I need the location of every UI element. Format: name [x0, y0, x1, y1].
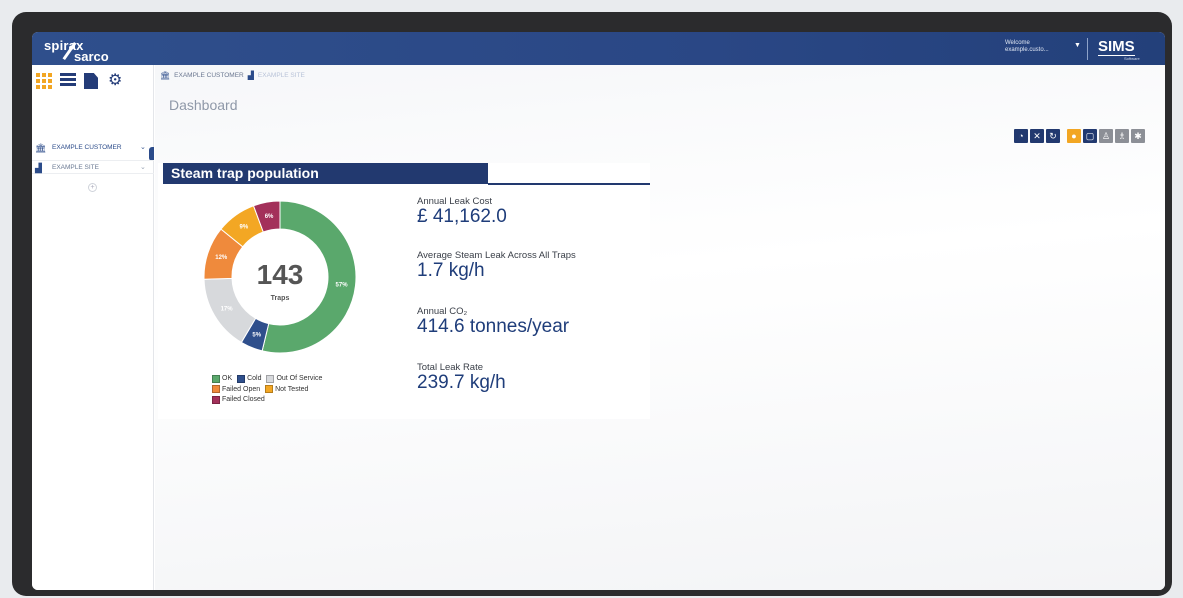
main-content: 🏛 EXAMPLE CUSTOMER ▟ EXAMPLE SITE Dashbo…: [155, 65, 1165, 590]
stat-annual-leak-cost: Annual Leak Cost £ 41,162.0: [417, 196, 657, 227]
page-title: Dashboard: [169, 97, 238, 113]
welcome-menu[interactable]: Welcome example.custo...: [1005, 40, 1049, 54]
chart-legend: OK Cold Out Of Service Failed Open Not T…: [212, 374, 362, 406]
panel-title-rule: [488, 183, 650, 185]
legend-swatch: [212, 385, 220, 393]
sidebar-item-customer[interactable]: 🏛 EXAMPLE CUSTOMER ⌄: [32, 141, 154, 155]
stat-average-steam-leak: Average Steam Leak Across All Traps 1.7 …: [417, 250, 657, 281]
legend-item[interactable]: OK: [212, 374, 232, 383]
building-icon: 🏛: [160, 71, 171, 80]
donut-slice-label: 12%: [215, 255, 228, 261]
legend-item[interactable]: Not Tested: [265, 385, 308, 394]
breadcrumb-customer[interactable]: EXAMPLE CUSTOMER: [174, 72, 244, 79]
caret-down-icon[interactable]: ▼: [1074, 42, 1081, 49]
total-traps-label: Traps: [270, 295, 290, 302]
action-toolbar: ● ▢ ♙ ♗ ✱: [1067, 129, 1145, 143]
total-traps-value: 143: [256, 259, 304, 290]
breadcrumb-site[interactable]: EXAMPLE SITE: [258, 72, 305, 79]
leak-icon[interactable]: ✱: [1131, 129, 1145, 143]
legend-item[interactable]: Failed Open: [212, 385, 260, 394]
marker-icon[interactable]: ●: [1067, 129, 1081, 143]
donut-slice-label: 17%: [221, 307, 234, 313]
view-toolbar: ◔ ✕ ↻: [1014, 129, 1060, 143]
legend-swatch: [265, 385, 274, 393]
legend-swatch: [237, 374, 246, 383]
legend-item[interactable]: Cold: [237, 374, 261, 383]
settings-icon[interactable]: ⚙: [108, 73, 126, 89]
stat-total-leak-rate: Total Leak Rate 239.7 kg/h: [417, 362, 657, 393]
donut-slice-label: 6%: [265, 214, 274, 220]
report-icon[interactable]: ▢: [1083, 129, 1097, 143]
sidebar-item-site[interactable]: ▟ EXAMPLE SITE ⌄: [32, 160, 154, 174]
app-screen: spirax sarco Welcome example.custo... ▼ …: [32, 32, 1165, 590]
steam-trap-population-panel: Steam trap population 57% 5% 17% 12% 9% 6% 14…: [158, 163, 650, 419]
sims-logo: SIMS: [1098, 38, 1135, 56]
trap-icon[interactable]: ♙: [1099, 129, 1113, 143]
stat-value: 414.6 tonnes/year: [417, 316, 570, 337]
panel-title: Steam trap population: [163, 163, 488, 184]
sims-logo-subtitle: Software: [1124, 56, 1140, 61]
stat-value: 1.7 kg/h: [417, 260, 485, 281]
stat-value: 239.7 kg/h: [417, 372, 506, 393]
donut-slice-label: 5%: [252, 332, 261, 338]
legend-item[interactable]: Failed Closed: [212, 395, 265, 404]
sidebar-item-label: EXAMPLE CUSTOMER: [52, 144, 122, 151]
add-icon[interactable]: +: [88, 183, 97, 192]
site-icon: ▟: [247, 71, 254, 80]
donut-slice-label: 57%: [336, 282, 349, 288]
trap-status-donut-chart: 57% 5% 17% 12% 9% 6% 143 Traps: [200, 197, 360, 357]
donut-slice-label: 9%: [240, 225, 249, 231]
grid-icon[interactable]: [36, 73, 54, 89]
expand-icon[interactable]: ✕: [1030, 129, 1044, 143]
welcome-user: example.custo...: [1005, 47, 1049, 53]
logo-line-2: sarco: [74, 49, 109, 64]
welcome-label: Welcome: [1005, 40, 1030, 46]
legend-swatch: [212, 374, 220, 383]
list-icon[interactable]: [60, 73, 78, 89]
sidebar: ⚙ 🏛 EXAMPLE CUSTOMER ⌄ ▟ EXAMPLE SITE ⌄ …: [32, 65, 154, 590]
document-icon[interactable]: [84, 73, 102, 89]
building-icon: 🏛: [35, 143, 47, 153]
top-header: spirax sarco Welcome example.custo... ▼ …: [32, 32, 1165, 65]
legend-swatch: [212, 395, 220, 404]
spirax-sarco-logo[interactable]: spirax sarco: [44, 37, 109, 64]
collapse-sidebar-handle[interactable]: [149, 147, 154, 161]
legend-item[interactable]: Out Of Service: [266, 374, 322, 383]
stat-value: £ 41,162.0: [417, 206, 507, 227]
dashboard-icon[interactable]: ◔: [1014, 129, 1028, 143]
header-divider: [1087, 38, 1088, 60]
sidebar-toolbar: ⚙: [36, 73, 126, 89]
stat-annual-co2: Annual CO₂ 414.6 tonnes/year: [417, 306, 657, 337]
trap-alt-icon[interactable]: ♗: [1115, 129, 1129, 143]
chevron-down-icon[interactable]: ⌄: [140, 161, 146, 175]
refresh-icon[interactable]: ↻: [1046, 129, 1060, 143]
chevron-down-icon[interactable]: ⌄: [140, 141, 146, 155]
breadcrumb: 🏛 EXAMPLE CUSTOMER ▟ EXAMPLE SITE: [160, 71, 305, 80]
site-icon: ▟: [35, 163, 42, 173]
sidebar-item-label: EXAMPLE SITE: [52, 164, 99, 171]
legend-swatch: [266, 374, 275, 383]
